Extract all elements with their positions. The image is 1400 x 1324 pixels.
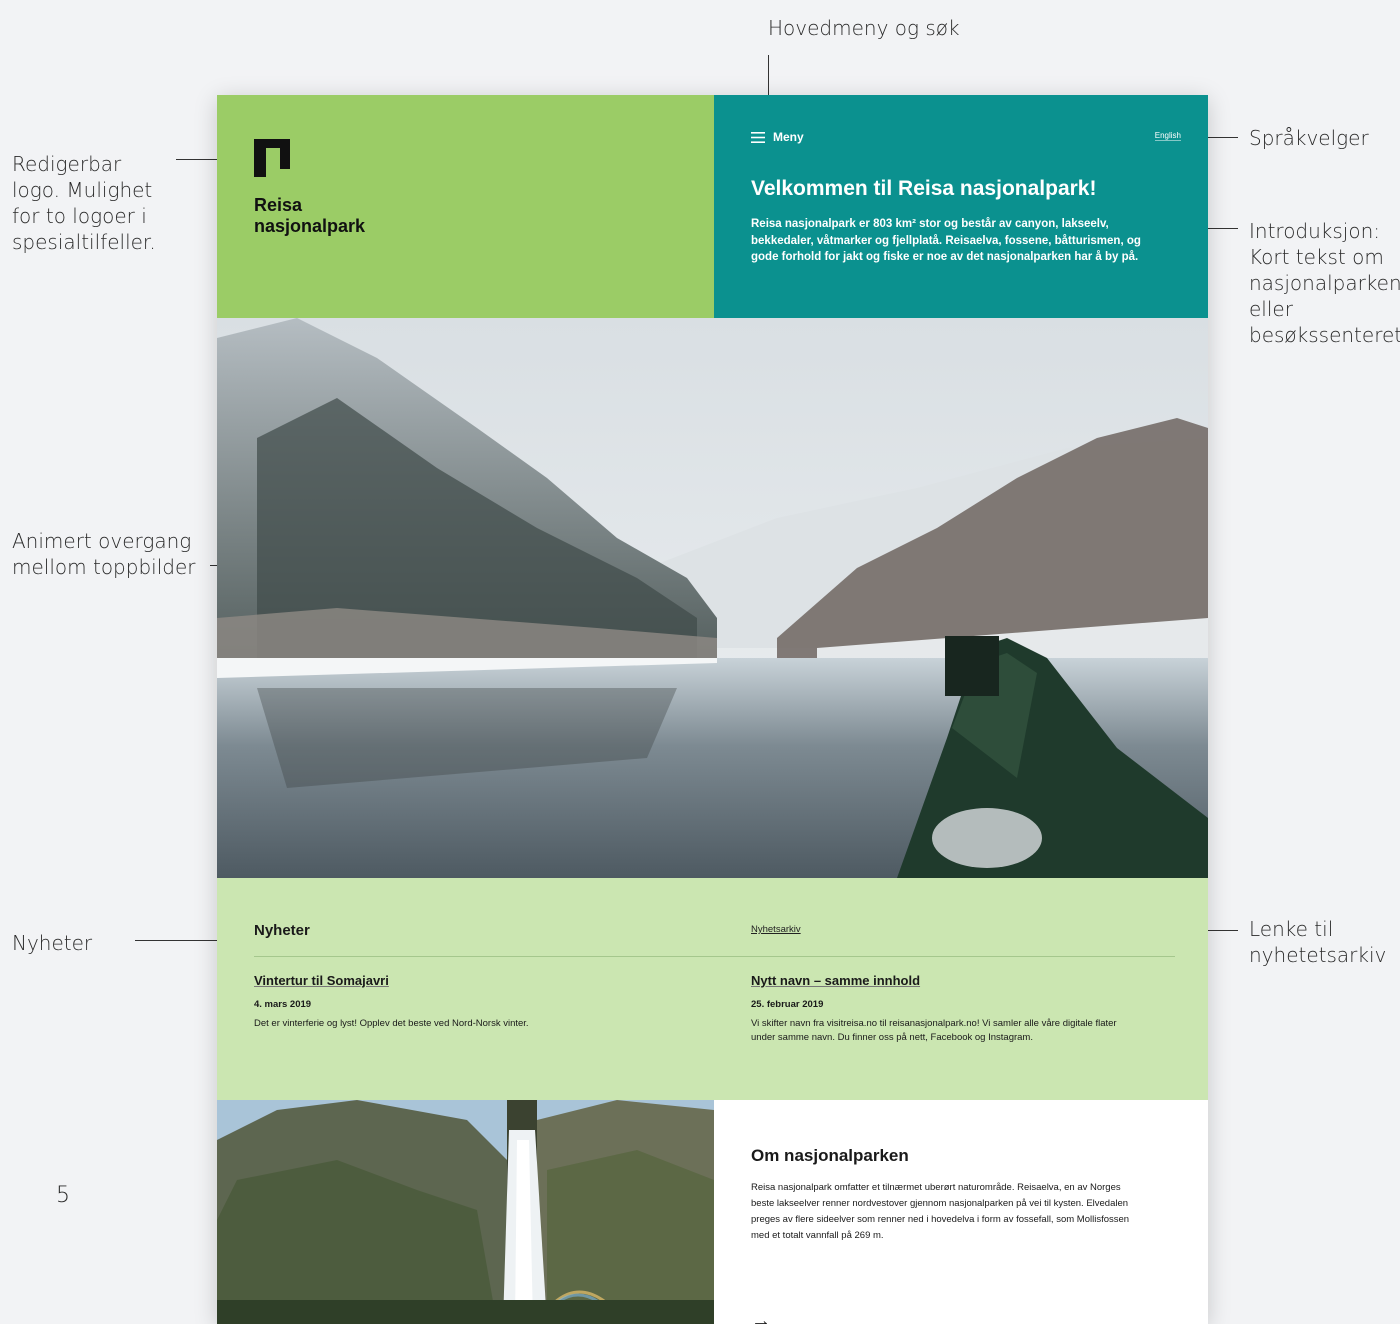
about-text: Reisa nasjonalpark omfatter et tilnærmet… (751, 1182, 1130, 1241)
intro-title: Velkommen til Reisa nasjonalpark! (751, 177, 1097, 200)
annotation-language: Språkvelger (1249, 126, 1369, 150)
news-item: Vintertur til Somajavri 4. mars 2019 Det… (254, 972, 694, 1031)
language-selector[interactable]: English (1154, 131, 1181, 141)
annotation-menu-search: Hovedmeny og søk (768, 16, 960, 40)
intro-text: Reisa nasjonalpark er 803 km² stor og be… (751, 218, 1141, 263)
menu-button[interactable]: Meny (751, 130, 804, 144)
news-item-text: Det er vinterferie og lyst! Opplev det b… (254, 1018, 529, 1029)
annotation-archive-link: Lenke til nyhetetsarkiv (1249, 917, 1387, 967)
news-item-date: 4. mars 2019 (254, 999, 312, 1010)
news-heading: Nyheter (254, 922, 310, 939)
news-item: Nytt navn – samme innhold 25. februar 20… (751, 972, 1131, 1045)
annotation-logo: Redigerbar logo. Mulighet for to logoer … (12, 152, 156, 254)
page-number: 5 (56, 1183, 70, 1208)
logo-text: Reisa nasjonalpark (254, 195, 366, 236)
logo-panel: Reisa nasjonalpark (217, 95, 714, 318)
news-item-text: Vi skifter navn fra visitreisa.no til re… (751, 1018, 1117, 1043)
news-item-date: 25. februar 2019 (751, 999, 824, 1010)
park-logo-icon[interactable] (254, 139, 290, 177)
about-section: Om nasjonalparken Reisa nasjonalpark omf… (714, 1100, 1208, 1324)
news-archive-link[interactable]: Nyhetsarkiv (751, 924, 801, 935)
intro-panel: Meny English Velkommen til Reisa nasjona… (714, 95, 1208, 318)
hamburger-icon (751, 131, 765, 143)
website-mockup: Reisa nasjonalpark Meny English Velkomme… (217, 95, 1208, 1324)
annotation-intro: Introduksjon: Kort tekst om nasjonalpark… (1249, 219, 1400, 347)
about-title: Om nasjonalparken (751, 1146, 909, 1165)
annotation-news: Nyheter (12, 931, 93, 955)
news-item-title[interactable]: Nytt navn – samme innhold (751, 973, 920, 988)
menu-label: Meny (773, 130, 804, 144)
divider (254, 956, 1175, 957)
news-section: Nyheter Nyhetsarkiv Vintertur til Somaja… (217, 878, 1208, 1100)
hero-image (217, 318, 1208, 878)
news-item-title[interactable]: Vintertur til Somajavri (254, 973, 389, 988)
arrow-right-icon[interactable]: → (751, 1310, 771, 1324)
waterfall-image (217, 1100, 714, 1324)
annotation-transition: Animert overgang mellom toppbilder (12, 529, 196, 579)
